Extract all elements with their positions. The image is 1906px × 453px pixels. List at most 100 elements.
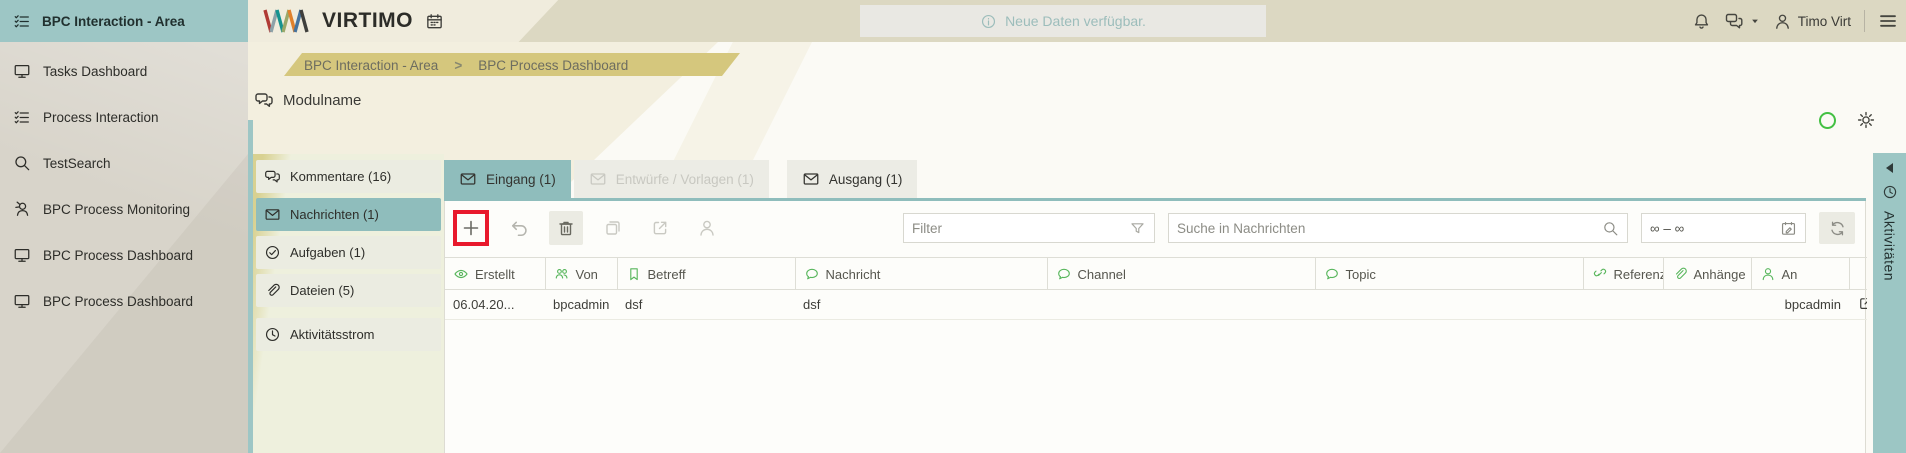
column-label: Betreff xyxy=(648,267,686,282)
topbar-divider xyxy=(1864,10,1865,32)
virtimo-logo-text: VIRTIMO xyxy=(322,9,413,33)
notification-banner[interactable]: Neue Daten verfügbar. xyxy=(860,5,1266,37)
reply-button[interactable] xyxy=(502,211,536,245)
sidebar-item-bpc-interaction-area[interactable]: BPC Interaction - Area xyxy=(0,0,248,42)
cell-referenz[interactable] xyxy=(1583,290,1663,320)
search-field-wrap xyxy=(1168,213,1628,243)
chat-bubble-icon xyxy=(1056,266,1072,282)
assign-user-button[interactable] xyxy=(690,211,724,245)
tab-eingang[interactable]: Eingang (1) xyxy=(444,160,571,198)
cell-erstellt[interactable]: 06.04.20... xyxy=(445,290,545,320)
tab-aktivitaetsstrom[interactable]: Aktivitätsstrom xyxy=(256,318,441,351)
sidebar-item-label: Process Interaction xyxy=(43,110,159,125)
paperclip-icon xyxy=(1672,266,1688,282)
table-row[interactable]: 06.04.20... bpcadmin dsf dsf bpcadmin xyxy=(445,290,1867,320)
hamburger-menu-icon[interactable] xyxy=(1878,11,1898,31)
tab-label: Aufgaben (1) xyxy=(290,245,365,260)
sidebar-items: Tasks Dashboard Process Interaction Test… xyxy=(0,42,248,324)
messages-table: Erstellt Von Betreff Nachricht Channel T… xyxy=(445,257,1867,320)
cell-betreff[interactable]: dsf xyxy=(617,290,795,320)
check-circle-icon xyxy=(264,244,281,261)
chevron-down-icon xyxy=(1750,16,1760,26)
tab-kommentare[interactable]: Kommentare (16) xyxy=(256,160,441,193)
list-check-icon xyxy=(13,108,31,126)
copy-button[interactable] xyxy=(596,211,630,245)
user-name: Timo Virt xyxy=(1798,14,1851,29)
cell-von[interactable]: bpcadmin xyxy=(545,290,617,320)
comments-icon xyxy=(264,168,281,185)
tab-nachrichten[interactable]: Nachrichten (1) xyxy=(256,198,441,231)
column-header-erstellt[interactable]: Erstellt xyxy=(445,258,545,290)
filter-input[interactable] xyxy=(912,221,1129,236)
module-side-tabs: Kommentare (16) Nachrichten (1) Aufgaben… xyxy=(253,154,444,453)
date-range-input[interactable] xyxy=(1650,221,1780,236)
message-tabs: Eingang (1) Entwürfe / Vorlagen (1) Ausg… xyxy=(444,160,1866,198)
column-header-anhaenge[interactable]: Anhänge xyxy=(1663,258,1751,290)
calendar-edit-icon[interactable] xyxy=(1780,220,1797,237)
column-label: Erstellt xyxy=(475,267,515,282)
messages-panel: Eingang (1) Entwürfe / Vorlagen (1) Ausg… xyxy=(444,160,1866,453)
cell-nachricht[interactable]: dsf xyxy=(795,290,1047,320)
search-icon[interactable] xyxy=(1602,220,1619,237)
column-header-channel[interactable]: Channel xyxy=(1047,258,1315,290)
column-label: An xyxy=(1782,267,1798,282)
virtimo-logo-mark xyxy=(262,8,310,34)
mail-icon xyxy=(264,206,281,223)
status-indicator xyxy=(1819,112,1836,129)
messages-toolbar xyxy=(445,201,1865,254)
person-icon xyxy=(1760,266,1776,282)
sidebar-item-bpc-process-dashboard-2[interactable]: BPC Process Dashboard xyxy=(0,278,248,324)
chevron-left-icon xyxy=(1886,163,1893,173)
column-header-nachricht[interactable]: Nachricht xyxy=(795,258,1047,290)
info-icon xyxy=(980,13,997,30)
chat-bubble-icon xyxy=(804,266,820,282)
gear-icon[interactable] xyxy=(1856,110,1876,130)
monitor-icon xyxy=(13,292,31,310)
search-icon xyxy=(13,154,31,172)
breadcrumb-item-area[interactable]: BPC Interaction - Area xyxy=(304,58,438,73)
cell-topic[interactable] xyxy=(1315,290,1583,320)
column-label: Topic xyxy=(1346,267,1376,282)
search-input[interactable] xyxy=(1177,221,1602,236)
funnel-icon[interactable] xyxy=(1129,220,1146,237)
sidebar-item-testsearch[interactable]: TestSearch xyxy=(0,140,248,186)
bookmark-icon xyxy=(626,266,642,282)
chat-bubble-icon xyxy=(1324,266,1340,282)
breadcrumb: BPC Interaction - Area > BPC Process Das… xyxy=(304,56,628,74)
sidebar-item-bpc-process-monitoring[interactable]: BPC Process Monitoring xyxy=(0,186,248,232)
user-menu-button[interactable]: Timo Virt xyxy=(1773,12,1851,31)
module-header: Modulname xyxy=(254,90,361,110)
add-message-button[interactable] xyxy=(453,210,489,246)
sidebar-item-tasks-dashboard[interactable]: Tasks Dashboard xyxy=(0,48,248,94)
row-open-button[interactable] xyxy=(1849,290,1867,320)
tab-ausgang[interactable]: Ausgang (1) xyxy=(787,160,918,198)
calendar-icon[interactable] xyxy=(425,12,444,31)
logo-row: VIRTIMO xyxy=(262,0,444,42)
column-header-von[interactable]: Von xyxy=(545,258,617,290)
tab-entwuerfe-vorlagen[interactable]: Entwürfe / Vorlagen (1) xyxy=(574,160,769,198)
column-header-betreff[interactable]: Betreff xyxy=(617,258,795,290)
delete-button[interactable] xyxy=(549,211,583,245)
paperclip-icon xyxy=(264,282,281,299)
bell-icon[interactable] xyxy=(1692,12,1711,31)
breadcrumb-item-dashboard[interactable]: BPC Process Dashboard xyxy=(478,58,628,73)
eye-icon xyxy=(453,266,469,282)
activities-collapsed-panel[interactable]: Aktivitäten xyxy=(1873,153,1906,453)
group-icon xyxy=(554,266,570,282)
messages-menu-button[interactable] xyxy=(1724,11,1760,31)
cell-anhaenge[interactable] xyxy=(1663,290,1751,320)
column-header-an[interactable]: An xyxy=(1751,258,1849,290)
column-header-referenz[interactable]: Referenz xyxy=(1583,258,1663,290)
cell-channel[interactable] xyxy=(1047,290,1315,320)
tab-dateien[interactable]: Dateien (5) xyxy=(256,274,441,307)
open-message-button[interactable] xyxy=(643,211,677,245)
cell-an[interactable]: bpcadmin xyxy=(1751,290,1849,320)
topbar-actions: Timo Virt xyxy=(1692,0,1898,42)
refresh-button[interactable] xyxy=(1819,212,1855,244)
sidebar-item-process-interaction[interactable]: Process Interaction xyxy=(0,94,248,140)
tab-aufgaben[interactable]: Aufgaben (1) xyxy=(256,236,441,269)
app-sidebar: BPC Interaction - Area Tasks Dashboard P… xyxy=(0,0,248,453)
module-actions xyxy=(1819,110,1876,130)
column-header-topic[interactable]: Topic xyxy=(1315,258,1583,290)
sidebar-item-bpc-process-dashboard[interactable]: BPC Process Dashboard xyxy=(0,232,248,278)
